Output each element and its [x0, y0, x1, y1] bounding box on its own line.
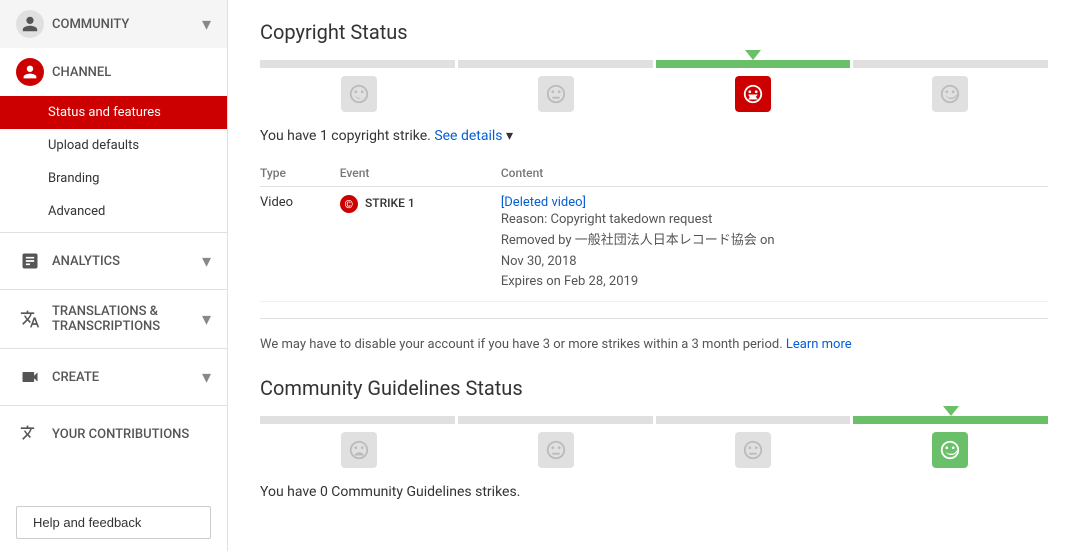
- table-header-content: Content: [501, 160, 1048, 187]
- sidebar-analytics-section[interactable]: ANALYTICS ▾: [0, 237, 227, 285]
- comm-face-1: [260, 432, 457, 468]
- translations-icon: [16, 305, 44, 333]
- meter-seg-3: [656, 60, 851, 68]
- meter-seg-4: [853, 60, 1048, 68]
- sidebar-translations-section[interactable]: TRANSLATIONS & TRANSCRIPTIONS ▾: [0, 294, 227, 344]
- copyright-title: Copyright Status: [260, 20, 1048, 44]
- copyright-meter: [260, 60, 1048, 112]
- analytics-chevron-icon: ▾: [202, 251, 211, 272]
- meter-face-1: [260, 76, 457, 112]
- analytics-label: ANALYTICS: [52, 254, 202, 269]
- create-label: CREATE: [52, 370, 202, 385]
- face-happy-icon: [932, 76, 968, 112]
- face-neutral-1-icon: [538, 76, 574, 112]
- comm-face-happy-active-icon: [932, 432, 968, 468]
- sidebar-item-advanced[interactable]: Advanced: [0, 195, 227, 228]
- comm-face-sad-icon: [341, 432, 377, 468]
- strike-badge: STRIKE 1: [365, 196, 415, 210]
- table-cell-content: [Deleted video] Reason: Copyright takedo…: [501, 187, 1048, 302]
- meter-seg-1: [260, 60, 455, 68]
- sidebar-bottom: Help and feedback: [0, 494, 227, 551]
- comm-meter-pointer: [943, 406, 959, 416]
- table-cell-event: © STRIKE 1: [340, 187, 501, 302]
- channel-label: CHANNEL: [52, 65, 211, 80]
- create-icon: [16, 363, 44, 391]
- see-details-link[interactable]: See details: [434, 128, 502, 144]
- comm-face-neutral-icon: [538, 432, 574, 468]
- create-chevron-icon: ▾: [202, 367, 211, 388]
- community-chevron-icon: ▾: [202, 14, 211, 35]
- help-feedback-button[interactable]: Help and feedback: [16, 506, 211, 539]
- face-warning-icon: [735, 76, 771, 112]
- sidebar-divider-4: [0, 405, 227, 406]
- strike-summary: You have 1 copyright strike. See details…: [260, 128, 1048, 144]
- table-header-event: Event: [340, 160, 501, 187]
- comm-meter-seg-2: [458, 416, 653, 424]
- comm-face-3: [654, 432, 851, 468]
- your-contributions-label: YOUR CONTRIBUTIONS: [52, 427, 211, 442]
- meter-pointer: [745, 50, 761, 60]
- strike-reason: Reason: Copyright takedown request Remov…: [501, 210, 1040, 293]
- sidebar-divider-1: [0, 232, 227, 233]
- comm-meter-seg-3: [656, 416, 851, 424]
- copyright-icon: ©: [340, 195, 358, 213]
- table-cell-type: Video: [260, 187, 340, 302]
- community-title: Community Guidelines Status: [260, 376, 1048, 400]
- channel-avatar: [16, 58, 44, 86]
- sidebar-divider-3: [0, 348, 227, 349]
- community-meter-faces: [260, 432, 1048, 468]
- sidebar-divider-2: [0, 289, 227, 290]
- meter-face-3: [654, 76, 851, 112]
- table-header-type: Type: [260, 160, 340, 187]
- deleted-video-link[interactable]: [Deleted video]: [501, 195, 586, 210]
- section-divider: [260, 318, 1048, 319]
- community-zero-text: You have 0 Community Guidelines strikes.: [260, 484, 1048, 500]
- translations-chevron-icon: ▾: [202, 309, 211, 330]
- comm-face-2: [457, 432, 654, 468]
- your-contributions-icon: [16, 420, 44, 448]
- sidebar-item-status[interactable]: Status and features: [0, 96, 227, 129]
- face-sad-1-icon: [341, 76, 377, 112]
- main-content: Copyright Status: [228, 0, 1080, 551]
- analytics-icon: [16, 247, 44, 275]
- meter-face-4: [851, 76, 1048, 112]
- sidebar-item-branding[interactable]: Branding: [0, 162, 227, 195]
- sidebar: COMMUNITY ▾ CHANNEL Status and features …: [0, 0, 228, 551]
- table-row: Video © STRIKE 1 [Deleted video] Reason:…: [260, 187, 1048, 302]
- comm-face-4: [851, 432, 1048, 468]
- sidebar-your-contributions[interactable]: YOUR CONTRIBUTIONS: [0, 410, 227, 458]
- learn-more-link[interactable]: Learn more: [786, 337, 852, 352]
- meter-faces: [260, 76, 1048, 112]
- comm-meter-seg-1: [260, 416, 455, 424]
- comm-face-neutral2-icon: [735, 432, 771, 468]
- sidebar-community-section[interactable]: COMMUNITY ▾: [0, 0, 227, 48]
- community-meter: [260, 416, 1048, 468]
- warning-text: We may have to disable your account if y…: [260, 335, 1048, 356]
- sidebar-create-section[interactable]: CREATE ▾: [0, 353, 227, 401]
- sidebar-item-upload-defaults[interactable]: Upload defaults: [0, 129, 227, 162]
- meter-face-2: [457, 76, 654, 112]
- translations-label: TRANSLATIONS & TRANSCRIPTIONS: [52, 304, 202, 334]
- community-label: COMMUNITY: [52, 17, 202, 32]
- strike-table: Type Event Content Video © STRIKE 1 [Del…: [260, 160, 1048, 302]
- comm-meter-seg-4: [853, 416, 1048, 424]
- community-avatar: [16, 10, 44, 38]
- sidebar-channel-section: CHANNEL Status and features Upload defau…: [0, 48, 227, 228]
- sidebar-channel-header[interactable]: CHANNEL: [0, 48, 227, 96]
- meter-seg-2: [458, 60, 653, 68]
